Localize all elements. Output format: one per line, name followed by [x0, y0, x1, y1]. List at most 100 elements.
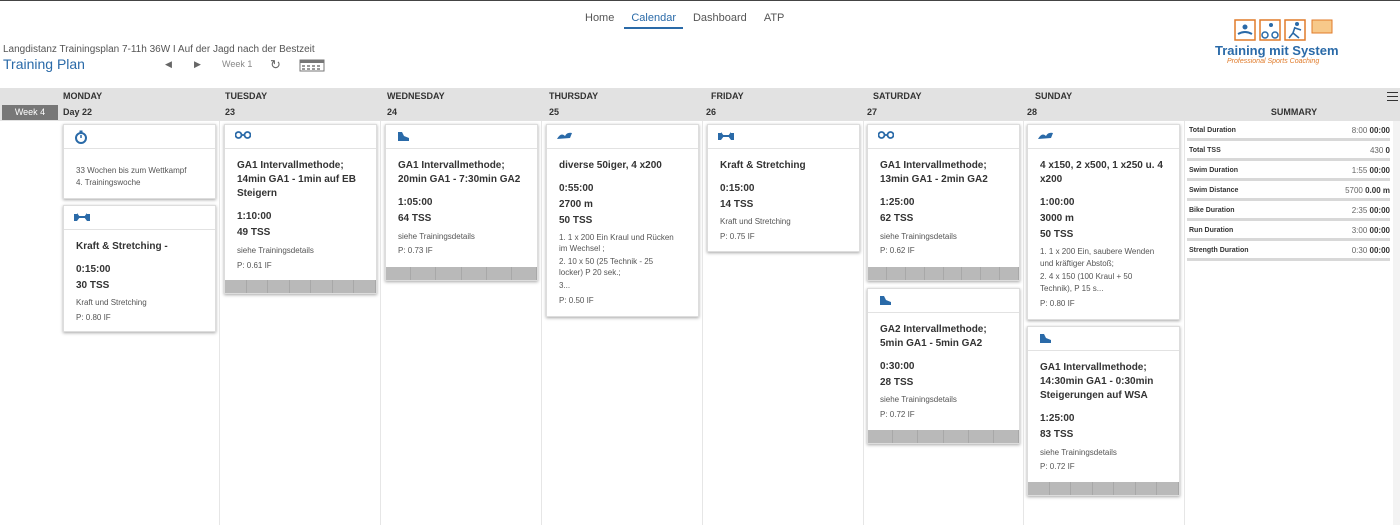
workout-title: GA1 Intervallmethode; 13min GA1 - 2min G… — [880, 160, 988, 185]
nav-calendar[interactable]: Calendar — [624, 12, 683, 29]
workout-card-strength[interactable]: Kraft & Stretching - 0:15:00 30 TSS Kraf… — [63, 205, 216, 332]
summary-label: Swim Distance — [1189, 187, 1239, 194]
workout-if: P: 0.50 IF — [559, 296, 594, 305]
workout-title: Kraft & Stretching - — [76, 241, 168, 252]
scrollbar[interactable] — [1393, 121, 1400, 525]
week-selector[interactable]: Week 1 — [222, 59, 252, 69]
workout-tss: 14 TSS — [720, 199, 754, 210]
summary-row: Total Duration 8:00 00:00 — [1187, 124, 1392, 144]
workout-if: P: 0.80 IF — [1040, 299, 1075, 308]
workout-duration: 1:10:00 — [237, 211, 272, 222]
refresh-icon[interactable]: ↻ — [270, 57, 281, 73]
workout-desc-line: 1. 1 x 200 Ein Kraul und Rücken — [559, 233, 674, 242]
workout-tss: 30 TSS — [76, 280, 110, 291]
workout-card-swim[interactable]: diverse 50iger, 4 x200 0:55:00 2700 m 50… — [546, 124, 699, 317]
day-sunday: SUNDAY — [1035, 91, 1073, 101]
workout-desc-line: 1. 1 x 200 Ein, saubere Wenden — [1040, 247, 1155, 256]
workout-card-run[interactable]: GA1 Intervallmethode; 14:30min GA1 - 0:3… — [1027, 326, 1180, 496]
workout-card-run[interactable]: GA2 Intervallmethode; 5min GA1 - 5min GA… — [867, 288, 1020, 444]
workout-duration: 1:00:00 — [1040, 197, 1075, 208]
workout-title: Kraft & Stretching — [720, 160, 806, 171]
workout-duration: 1:25:00 — [880, 197, 915, 208]
day-thursday: THURSDAY — [549, 91, 599, 101]
workout-tss: 62 TSS — [880, 213, 914, 224]
workout-desc-line: Technik), P 15 s... — [1040, 284, 1104, 293]
workout-description: siehe Trainingsdetails — [880, 395, 957, 404]
main-nav: Home Calendar Dashboard ATP — [578, 12, 794, 29]
card-divider — [868, 312, 1019, 313]
intensity-bar — [1028, 482, 1180, 495]
workout-card-bike[interactable]: GA1 Intervallmethode; 13min GA1 - 2min G… — [867, 124, 1020, 281]
note-line-1: 33 Wochen bis zum Wettkampf — [76, 166, 187, 175]
summary-planned: 3:00 — [1351, 226, 1368, 235]
summary-actual: 0.00 m — [1365, 186, 1390, 195]
prev-week-icon[interactable]: ◀ — [165, 59, 172, 70]
week-label[interactable]: Week 4 — [2, 105, 58, 120]
intensity-bar — [386, 267, 538, 280]
strength-icon — [74, 211, 90, 224]
summary-row: Swim Duration 1:55 00:00 — [1187, 164, 1392, 184]
day-saturday: SATURDAY — [873, 91, 922, 101]
summary-planned: 8:00 — [1351, 126, 1368, 135]
workout-description: Kraft und Stretching — [76, 298, 147, 307]
summary-planned: 2:35 — [1351, 206, 1368, 215]
workout-card-bike[interactable]: GA1 Intervallmethode; 14min GA1 - 1min a… — [224, 124, 377, 294]
workout-card-strength[interactable]: Kraft & Stretching 0:15:00 14 TSS Kraft … — [707, 124, 860, 252]
calendar-icon[interactable] — [299, 58, 325, 72]
swim-icon — [1038, 130, 1054, 143]
workout-desc-line: locker) P 20 sek.; — [559, 268, 621, 277]
workout-card-swim[interactable]: 4 x150, 2 x500, 1 x250 u. 4 x200 1:00:00… — [1027, 124, 1180, 320]
workout-desc-line: 2. 4 x 150 (100 Kraul + 50 — [1040, 272, 1133, 281]
workout-description: siehe Trainingsdetails — [880, 232, 957, 241]
note-card[interactable]: 33 Wochen bis zum Wettkampf 4. Trainings… — [63, 124, 216, 199]
menu-icon[interactable] — [1387, 92, 1398, 104]
day-tuesday: TUESDAY — [225, 91, 268, 101]
card-divider — [64, 148, 215, 149]
summary-value: 3:00 00:00 — [1352, 226, 1390, 235]
workout-card-run[interactable]: GA1 Intervallmethode; 20min GA1 - 7:30mi… — [385, 124, 538, 281]
workout-title: diverse 50iger, 4 x200 — [559, 160, 662, 171]
summary-row: Bike Duration 2:35 00:00 — [1187, 204, 1392, 224]
date-saturday: 27 — [867, 107, 878, 117]
summary-panel: Total Duration 8:00 00:00 Total TSS 430 … — [1187, 124, 1392, 264]
summary-progress — [1187, 258, 1390, 261]
date-wednesday: 24 — [387, 107, 398, 117]
summary-actual: 0 — [1385, 146, 1390, 155]
workout-description: Kraft und Stretching — [720, 217, 791, 226]
summary-progress — [1187, 158, 1390, 161]
card-divider — [868, 148, 1019, 149]
logo-tagline: Professional Sports Coaching — [1227, 58, 1320, 65]
workout-title: GA1 Intervallmethode; 14:30min GA1 - 0:3… — [1040, 362, 1154, 401]
next-week-icon[interactable]: ▶ — [194, 59, 201, 70]
workout-title: GA1 Intervallmethode; 14min GA1 - 1min a… — [237, 160, 356, 199]
stopwatch-icon — [74, 130, 90, 144]
strength-icon — [718, 130, 734, 143]
workout-if: P: 0.61 IF — [237, 261, 272, 270]
date-tuesday: 23 — [225, 107, 236, 117]
summary-planned: 1:55 — [1351, 166, 1368, 175]
workout-tss: 83 TSS — [1040, 429, 1074, 440]
workout-description: siehe Trainingsdetails — [237, 246, 314, 255]
nav-home[interactable]: Home — [578, 12, 621, 29]
summary-row: Strength Duration 0:30 00:00 — [1187, 244, 1392, 264]
summary-title: SUMMARY — [1270, 107, 1318, 117]
summary-progress — [1187, 218, 1390, 221]
column-divider — [219, 121, 220, 525]
summary-value: 8:00 00:00 — [1352, 126, 1390, 135]
workout-duration: 1:05:00 — [398, 197, 433, 208]
day-wednesday: WEDNESDAY — [387, 91, 445, 101]
workout-tss: 50 TSS — [1040, 229, 1074, 240]
summary-planned: 0:30 — [1351, 246, 1368, 255]
date-monday: Day 22 — [63, 107, 93, 117]
summary-value: 430 0 — [1370, 146, 1390, 155]
summary-label: Strength Duration — [1189, 247, 1249, 254]
weekday-header — [0, 88, 1400, 104]
nav-dashboard[interactable]: Dashboard — [686, 12, 754, 29]
workout-if: P: 0.72 IF — [1040, 462, 1075, 471]
column-divider — [1184, 121, 1185, 525]
nav-atp[interactable]: ATP — [757, 12, 792, 29]
workout-if: P: 0.75 IF — [720, 232, 755, 241]
summary-label: Total Duration — [1189, 127, 1236, 134]
summary-value: 5700 0.00 m — [1345, 186, 1390, 195]
brand-logo: Training mit System Professional Sports … — [1215, 18, 1365, 70]
